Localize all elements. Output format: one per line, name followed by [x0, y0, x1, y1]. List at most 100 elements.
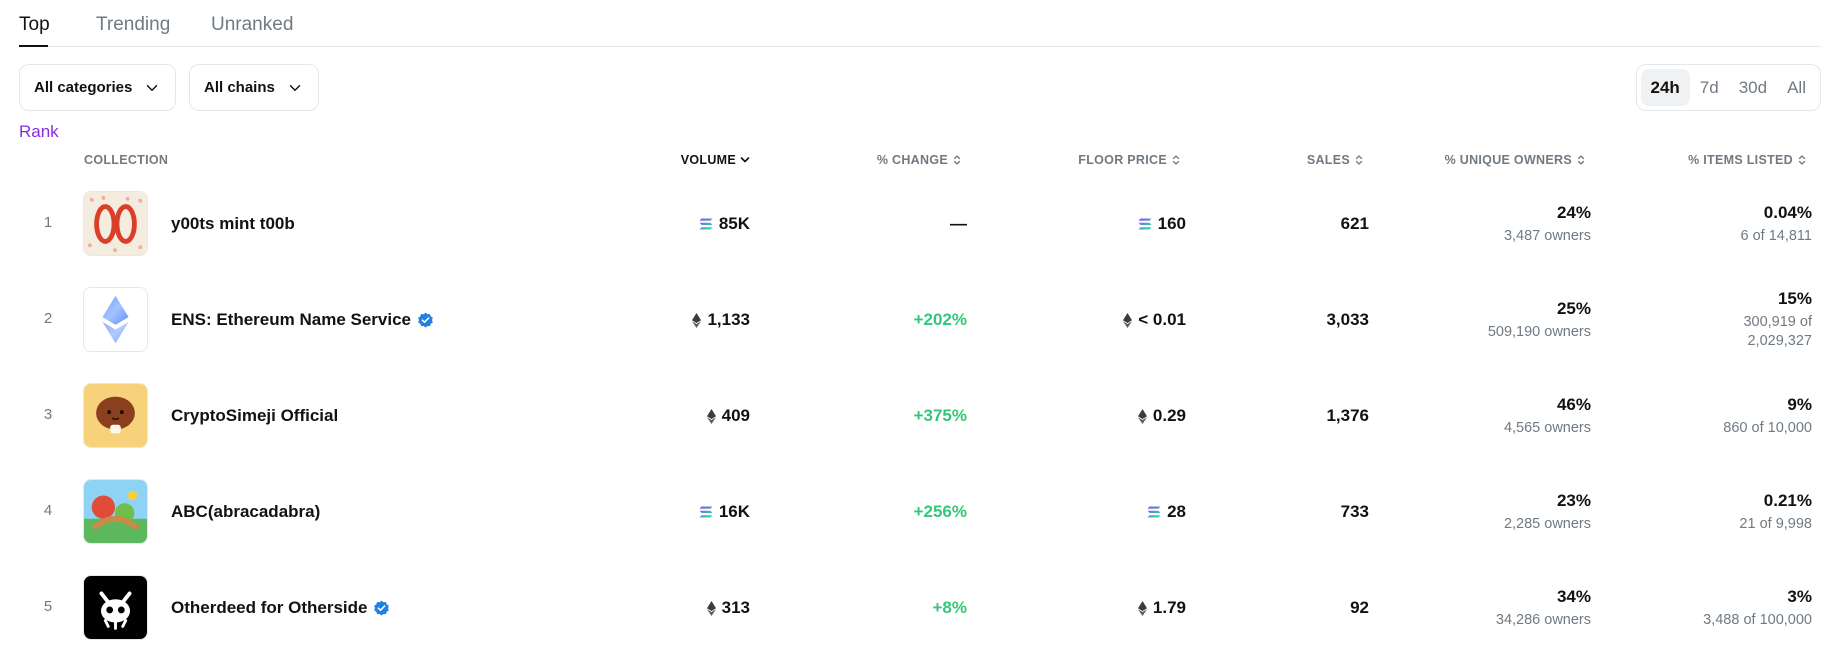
sort-toggle-icon	[1577, 155, 1585, 165]
solana-icon	[699, 218, 713, 230]
collection-name-cell[interactable]: Otherdeed for Otherside	[171, 598, 390, 618]
listed-detail: 21 of 9,998	[1739, 515, 1812, 532]
sort-toggle-icon	[1798, 155, 1806, 165]
owners-count: 4,565 owners	[1503, 419, 1591, 436]
chevron-down-icon	[289, 84, 301, 91]
change-cell: +375%	[780, 406, 967, 426]
collection-name-cell[interactable]: ENS: Ethereum Name Service	[171, 310, 434, 330]
sales-cell: 1,376	[1220, 406, 1369, 426]
column-header-owners-label: % UNIQUE OWNERS	[1444, 153, 1572, 167]
change-value: +375%	[913, 406, 967, 425]
change-value: +256%	[913, 502, 967, 521]
items-listed-cell: 9% 860 of 10,000	[1600, 368, 1812, 464]
categories-dropdown-label: All categories	[34, 79, 133, 96]
solana-icon	[1147, 506, 1161, 518]
listed-percent: 0.04%	[1763, 202, 1812, 222]
volume-cell: 313	[600, 598, 750, 618]
column-header-sales-label: SALES	[1306, 153, 1350, 167]
sales-cell: 733	[1220, 502, 1369, 522]
collection-name: y00ts mint t00b	[171, 214, 295, 233]
rank-number: 5	[43, 598, 53, 615]
unique-owners-cell: 24% 3,487 owners	[1400, 176, 1591, 272]
sales-value: 1,376	[1326, 406, 1369, 425]
column-header-change-label: % CHANGE	[876, 153, 948, 167]
tab-top[interactable]: Top	[19, 14, 50, 36]
column-header-listed-label: % ITEMS LISTED	[1688, 153, 1793, 167]
column-header-floor-label: FLOOR PRICE	[1078, 153, 1167, 167]
ethereum-icon	[1137, 408, 1147, 424]
table-row[interactable]: 5 Otherdeed for Otherside 313 +8% 1.79 9…	[0, 560, 1833, 646]
floor-price-cell: 0.29	[1000, 406, 1186, 426]
rank-number: 2	[43, 310, 53, 327]
volume-value: 1,133	[707, 310, 750, 329]
collection-name-cell[interactable]: ABC(abracadabra)	[171, 502, 320, 522]
table-row[interactable]: 1 y00ts mint t00b 85K — 160 621 24% 3,487…	[0, 176, 1833, 272]
period-30d[interactable]: 30d	[1729, 69, 1777, 106]
listed-percent: 9%	[1787, 394, 1812, 414]
tab-trending[interactable]: Trending	[96, 14, 170, 36]
volume-value: 409	[721, 406, 750, 425]
rank-sort-link[interactable]: Rank	[19, 122, 59, 142]
listed-percent: 15%	[1777, 289, 1812, 308]
owners-count: 2,285 owners	[1503, 515, 1591, 532]
listed-detail: 3,488 of 100,000	[1703, 611, 1812, 628]
table-row[interactable]: 4 ABC(abracadabra) 16K +256% 28 733 23% 2…	[0, 464, 1833, 560]
sales-cell: 621	[1220, 214, 1369, 234]
rank-number: 1	[43, 214, 53, 231]
floor-price-value: 1.79	[1152, 598, 1186, 617]
sales-value: 92	[1350, 598, 1369, 617]
sort-toggle-icon	[1172, 155, 1180, 165]
change-cell: +8%	[780, 598, 968, 618]
owners-percent: 23%	[1556, 490, 1591, 510]
column-header-collection: COLLECTION	[84, 153, 168, 167]
column-header-floor-price[interactable]: FLOOR PRICE	[1000, 153, 1181, 167]
collection-name: ENS: Ethereum Name Service	[171, 310, 411, 329]
owners-count: 509,190 owners	[1487, 323, 1591, 340]
items-listed-cell: 0.04% 6 of 14,811	[1600, 176, 1813, 272]
floor-price-cell: 160	[1000, 214, 1186, 234]
column-header-unique-owners[interactable]: % UNIQUE OWNERS	[1400, 153, 1586, 167]
collection-name-cell[interactable]: CryptoSimeji Official	[171, 406, 338, 426]
owners-percent: 24%	[1556, 202, 1591, 222]
volume-value: 313	[721, 598, 750, 617]
owners-percent: 34%	[1556, 586, 1591, 606]
owners-count: 3,487 owners	[1503, 227, 1591, 244]
collection-name: CryptoSimeji Official	[171, 406, 339, 425]
collection-name-cell[interactable]: y00ts mint t00b	[171, 214, 295, 234]
listed-percent: 3%	[1787, 586, 1812, 606]
floor-price-value: 28	[1167, 502, 1186, 521]
column-header-items-listed[interactable]: % ITEMS LISTED	[1620, 153, 1807, 167]
active-tab-underline	[19, 45, 48, 47]
column-header-sales[interactable]: SALES	[1220, 153, 1364, 167]
tab-unranked[interactable]: Unranked	[211, 14, 293, 36]
view-tabs: Top Trending Unranked	[19, 0, 1821, 47]
unique-owners-cell: 23% 2,285 owners	[1400, 464, 1591, 560]
categories-dropdown[interactable]: All categories	[19, 64, 176, 111]
volume-cell: 409	[600, 406, 750, 426]
ethereum-icon	[1137, 600, 1147, 616]
period-all[interactable]: All	[1777, 69, 1816, 106]
collection-avatar	[83, 575, 148, 640]
floor-price-value: 0.29	[1152, 406, 1186, 425]
period-24h[interactable]: 24h	[1640, 69, 1690, 106]
sales-value: 3,033	[1326, 310, 1369, 329]
rank-number: 4	[43, 502, 53, 519]
table-row[interactable]: 2 ENS: Ethereum Name Service 1,133 +202%…	[0, 272, 1833, 368]
column-header-collection-label: COLLECTION	[84, 153, 169, 167]
sales-value: 733	[1340, 502, 1369, 521]
period-7d[interactable]: 7d	[1690, 69, 1729, 106]
listed-percent: 0.21%	[1763, 490, 1812, 510]
collection-avatar	[83, 479, 148, 544]
chains-dropdown[interactable]: All chains	[189, 64, 319, 111]
column-header-change[interactable]: % CHANGE	[780, 153, 962, 167]
floor-price-value: 160	[1157, 214, 1186, 233]
collection-name: ABC(abracadabra)	[171, 502, 321, 521]
change-value: —	[950, 214, 967, 233]
column-header-volume[interactable]: VOLUME	[600, 153, 750, 167]
change-value: +202%	[913, 310, 967, 329]
table-row[interactable]: 3 CryptoSimeji Official 409 +375% 0.29 1…	[0, 368, 1833, 464]
rank-number: 3	[43, 406, 53, 423]
time-period-toggle: 24h 7d 30d All	[1635, 64, 1821, 111]
sort-descending-icon	[740, 157, 750, 163]
owners-percent: 46%	[1556, 394, 1591, 414]
